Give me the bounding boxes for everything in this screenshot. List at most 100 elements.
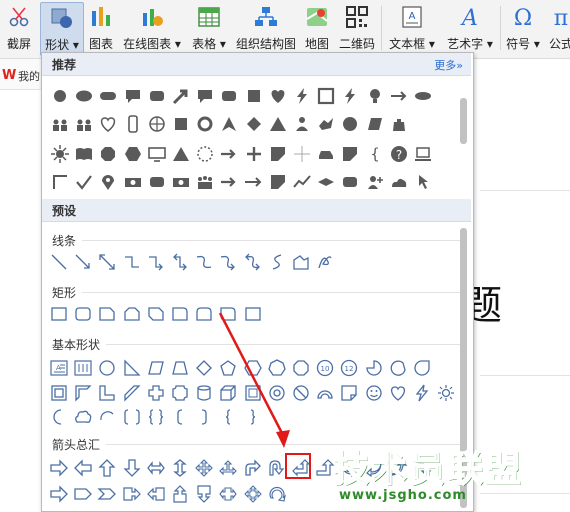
preset-shape-aUturn[interactable]	[267, 458, 287, 478]
preset-shape-scribble[interactable]	[315, 252, 335, 272]
recommended-shape-question[interactable]: ?	[389, 144, 409, 164]
preset-shape-curvedbl[interactable]	[243, 252, 263, 272]
more-link[interactable]: 更多»	[434, 57, 463, 73]
recommended-shape-sq[interactable]	[244, 86, 264, 106]
preset-shape-pentArrow[interactable]	[73, 484, 93, 504]
recommended-shape-bulb[interactable]	[365, 86, 385, 106]
preset-shape-chevron[interactable]	[97, 484, 117, 504]
recommended-shape-brace[interactable]: {	[365, 144, 385, 164]
preset-shape-halfframe[interactable]	[73, 383, 93, 403]
preset-shape-rtri[interactable]	[122, 358, 142, 378]
preset-shape-freeform[interactable]	[291, 252, 311, 272]
preset-shape-circO[interactable]	[97, 358, 117, 378]
preset-shape-rounddiag[interactable]	[218, 304, 238, 324]
preset-shape-hexO[interactable]	[243, 358, 263, 378]
preset-shape-paraO[interactable]	[146, 358, 166, 378]
recommended-shape-tri[interactable]	[268, 114, 288, 134]
recommended-shape-check[interactable]	[74, 172, 94, 192]
table-button[interactable]: 表格 ▾	[188, 2, 230, 54]
preset-shape-curve[interactable]	[194, 252, 214, 272]
preset-shape-can[interactable]	[194, 383, 214, 403]
recommended-shape-monitor[interactable]	[147, 144, 167, 164]
recommended-shape-dashcircle[interactable]	[195, 144, 215, 164]
recommended-shape-hexagon[interactable]	[123, 144, 143, 164]
recommended-shape-flag[interactable]	[316, 172, 336, 192]
preset-shape-calloutLR[interactable]	[218, 484, 238, 504]
preset-shape-dblbrace[interactable]	[146, 407, 166, 427]
recommended-shape-map[interactable]	[316, 114, 336, 134]
recommended-shape-arrowup[interactable]	[171, 86, 191, 106]
preset-shape-linearrow[interactable]	[73, 252, 93, 272]
recommended-shape-pin[interactable]	[98, 172, 118, 192]
preset-shape-curvearrow[interactable]	[218, 252, 238, 272]
preset-shape-nosymbol[interactable]	[291, 383, 311, 403]
online-chart-button[interactable]: 在线图表 ▾	[120, 2, 184, 54]
preset-shape-line[interactable]	[49, 252, 69, 272]
recommended-shape-diamond[interactable]	[244, 114, 264, 134]
recommended-shape-cross[interactable]	[292, 144, 312, 164]
preset-shape-boltO[interactable]	[412, 383, 432, 403]
recommended-shape-arrowhead[interactable]	[219, 114, 239, 134]
preset-shape-elbowarrow[interactable]	[146, 252, 166, 272]
preset-shape-chord[interactable]	[388, 358, 408, 378]
recommended-shape-rrect[interactable]	[340, 172, 360, 192]
recommended-shape-people[interactable]	[74, 114, 94, 134]
preset-shape-round1[interactable]	[170, 304, 190, 324]
preset-shape-elbowdbl[interactable]	[170, 252, 190, 272]
preset-shape-frameO[interactable]	[49, 383, 69, 403]
preset-shape-heptO[interactable]	[267, 358, 287, 378]
recommended-shape-dblarrow[interactable]	[389, 86, 409, 106]
preset-shape-aQuad[interactable]	[194, 458, 214, 478]
recommended-shape-arrowright[interactable]	[219, 144, 239, 164]
recommended-shape-bag[interactable]	[389, 114, 409, 134]
map-button[interactable]: 地图	[302, 2, 332, 54]
preset-shape-linedbl[interactable]	[97, 252, 117, 272]
recommended-shape-tri[interactable]	[171, 144, 191, 164]
preset-shape-calloutQuad[interactable]	[243, 484, 263, 504]
preset-shape-cube[interactable]	[218, 383, 238, 403]
symbol-button[interactable]: Ω 符号 ▾	[504, 2, 542, 54]
recommended-shape-globe[interactable]	[147, 114, 167, 134]
qrcode-button[interactable]: 二维码	[336, 2, 378, 54]
recommended-shape-fold[interactable]	[340, 144, 360, 164]
preset-shape-lshape[interactable]	[97, 383, 117, 403]
preset-shape-dblbracket[interactable]	[122, 407, 142, 427]
recommended-shape-callout[interactable]	[123, 86, 143, 106]
recommended-shape-oval[interactable]	[74, 86, 94, 106]
recommended-shape-sun[interactable]	[50, 144, 70, 164]
preset-shape-octO[interactable]	[291, 358, 311, 378]
preset-shape-aUD[interactable]	[170, 458, 190, 478]
preset-shape-cloud[interactable]	[73, 407, 93, 427]
preset-shape-teardrop[interactable]	[412, 358, 432, 378]
recommended-shape-arrowright[interactable]	[219, 172, 239, 192]
preset-shape-aLRU[interactable]	[218, 458, 238, 478]
recommended-shape-rrect[interactable]	[147, 86, 167, 106]
recommended-shape-eye[interactable]	[413, 86, 433, 106]
preset-shape-snipdiag[interactable]	[146, 304, 166, 324]
preset-shape-calloutR[interactable]	[122, 484, 142, 504]
recommended-shape-corner[interactable]	[50, 172, 70, 192]
preset-shape-heartO[interactable]	[388, 383, 408, 403]
preset-shape-smiley[interactable]	[364, 383, 384, 403]
preset-shape-aL[interactable]	[73, 458, 93, 478]
preset-shape-calloutD[interactable]	[194, 484, 214, 504]
recommended-shape-bolt[interactable]	[340, 86, 360, 106]
recommended-shape-phone[interactable]	[123, 114, 143, 134]
recommended-shape-sq[interactable]	[171, 114, 191, 134]
preset-shape-aBent[interactable]	[243, 458, 263, 478]
recommended-shape-dot[interactable]	[50, 86, 70, 106]
preset-shape-lbrace[interactable]	[218, 407, 238, 427]
preset-shape-arc[interactable]	[315, 383, 335, 403]
preset-shape-bevel[interactable]	[243, 383, 263, 403]
formula-button[interactable]: π 公式	[546, 2, 570, 54]
wordart-button[interactable]: A 艺术字 ▾	[442, 2, 498, 54]
recommended-shape-car[interactable]	[316, 144, 336, 164]
recommended-shape-zigzag[interactable]	[292, 172, 312, 192]
recommended-shape-frame[interactable]	[316, 86, 336, 106]
preset-shape-aR[interactable]	[49, 484, 69, 504]
recommended-shape-people[interactable]	[50, 114, 70, 134]
preset-shape-circArrow[interactable]	[267, 484, 287, 504]
preset-shape-moon[interactable]	[49, 407, 69, 427]
org-chart-button[interactable]: 组织结构图	[234, 2, 298, 54]
preset-shape-diamO[interactable]	[194, 358, 214, 378]
